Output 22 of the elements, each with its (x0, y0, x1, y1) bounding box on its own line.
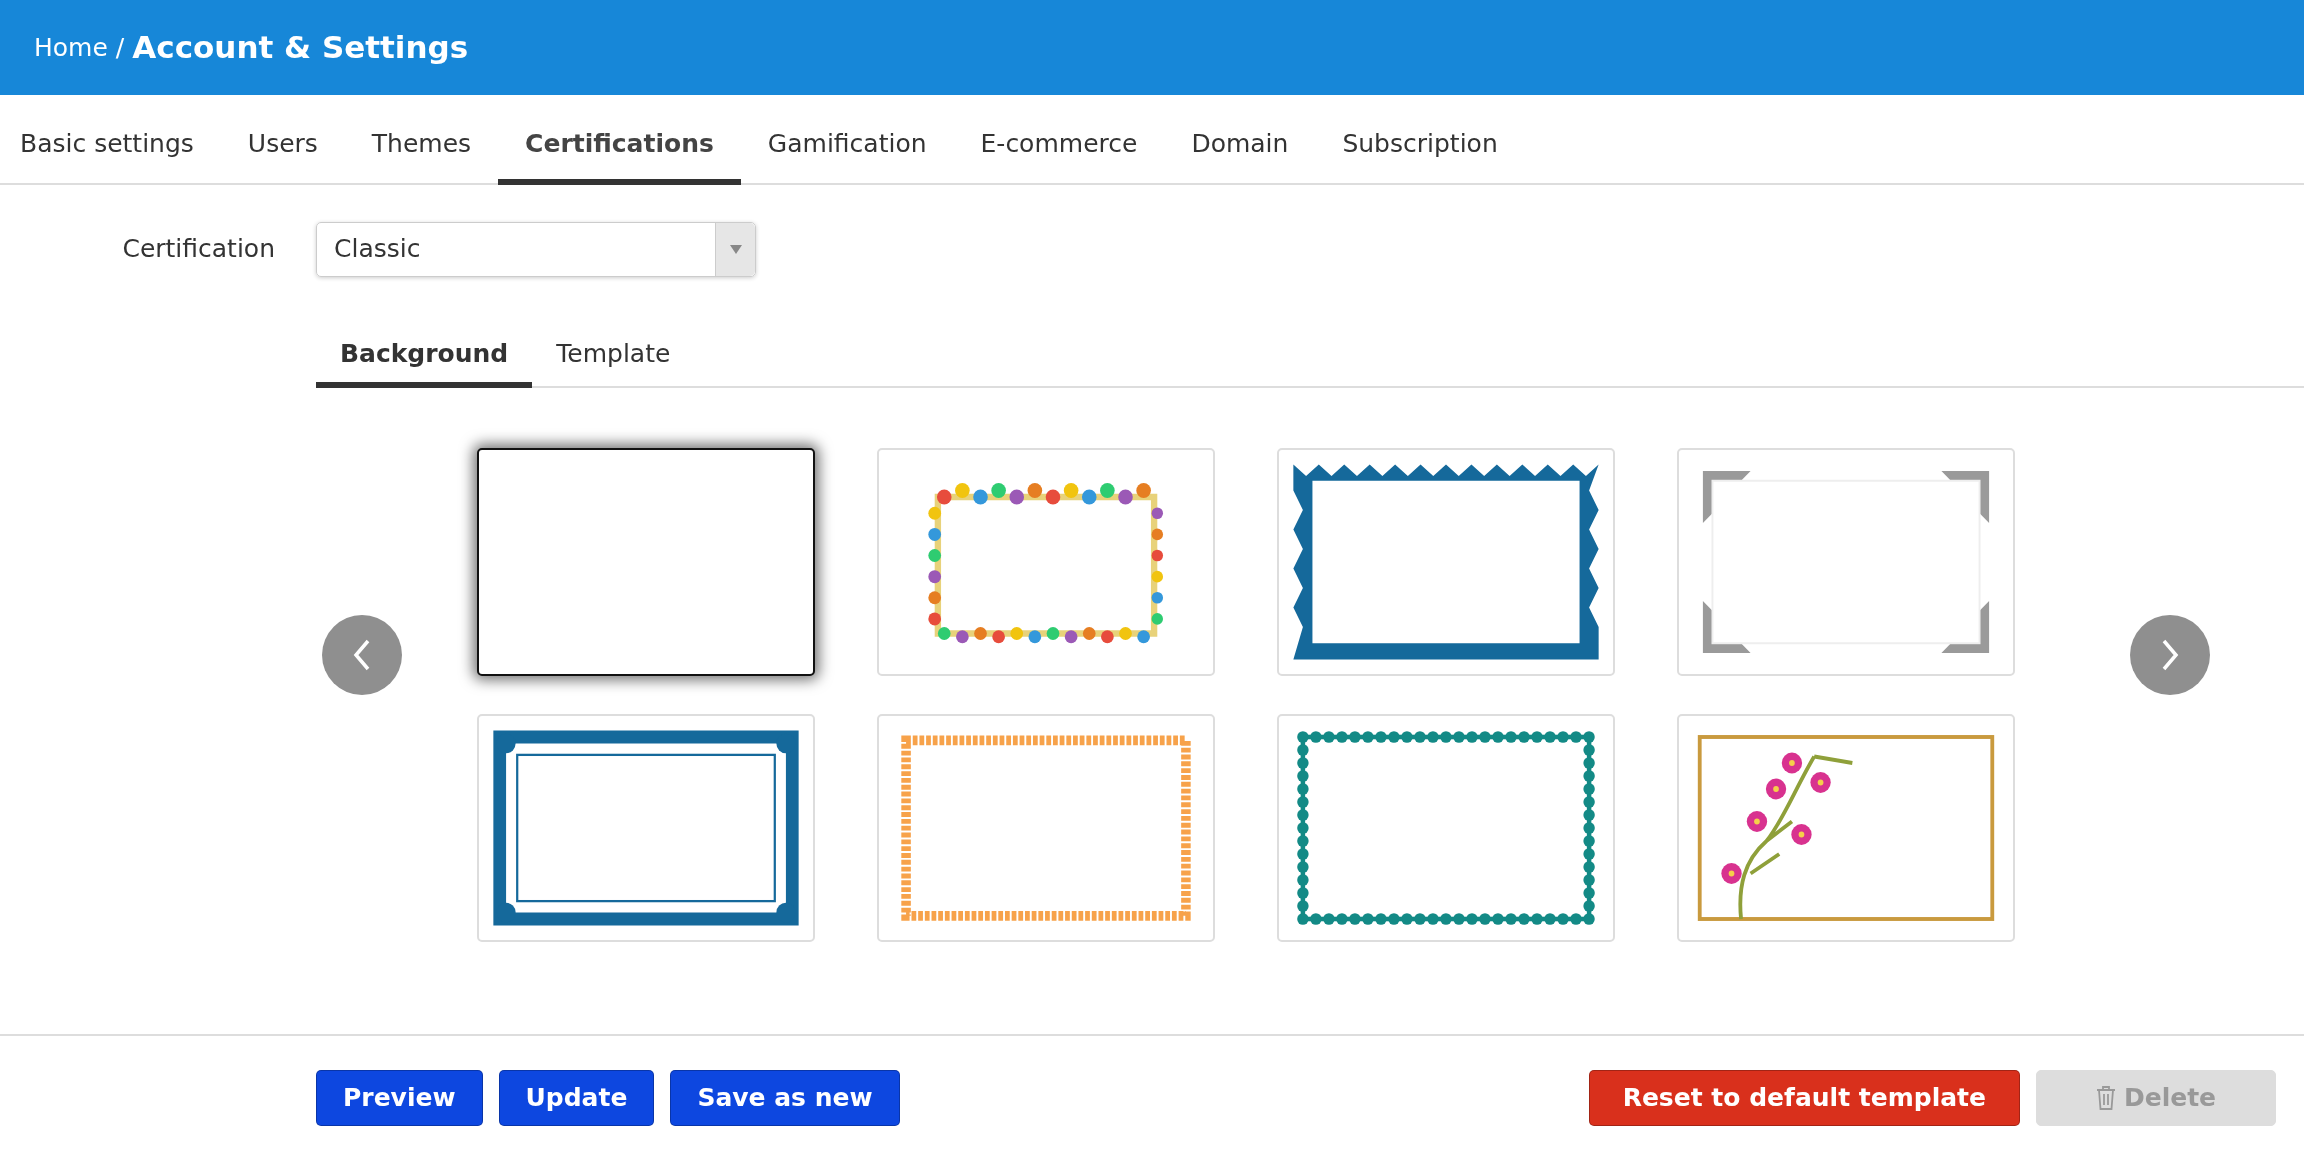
caret-icon (729, 244, 742, 254)
action-button[interactable]: Preview (316, 1070, 483, 1126)
breadcrumb-separator: / (115, 31, 125, 64)
certification-dropdown[interactable]: Classic (316, 221, 756, 277)
action-button[interactable]: Save as new (670, 1070, 900, 1126)
settings-tab[interactable]: Basic settings (0, 95, 221, 185)
settings-tab[interactable]: E-commerce (953, 95, 1165, 185)
settings-tab[interactable]: Users (220, 95, 345, 185)
subtab[interactable]: Background (316, 313, 533, 388)
settings-tab[interactable]: Domain (1164, 95, 1316, 185)
action-button[interactable]: Reset to default template (1588, 1070, 2020, 1126)
subtab[interactable]: Template (532, 313, 695, 388)
settings-tab[interactable]: Certifications (498, 95, 741, 185)
settings-tab[interactable]: Gamification (740, 95, 954, 185)
background-thumbnail[interactable] (477, 448, 815, 676)
breadcrumb-link[interactable]: Home (34, 28, 108, 67)
field-label: Certification (121, 233, 275, 266)
settings-tab[interactable]: Themes (344, 95, 499, 185)
trash-icon (2095, 1086, 2116, 1110)
page-title: Account & Settings (132, 28, 469, 68)
settings-tab[interactable]: Subscription (1315, 95, 1525, 185)
action-button[interactable]: Update (498, 1070, 655, 1126)
